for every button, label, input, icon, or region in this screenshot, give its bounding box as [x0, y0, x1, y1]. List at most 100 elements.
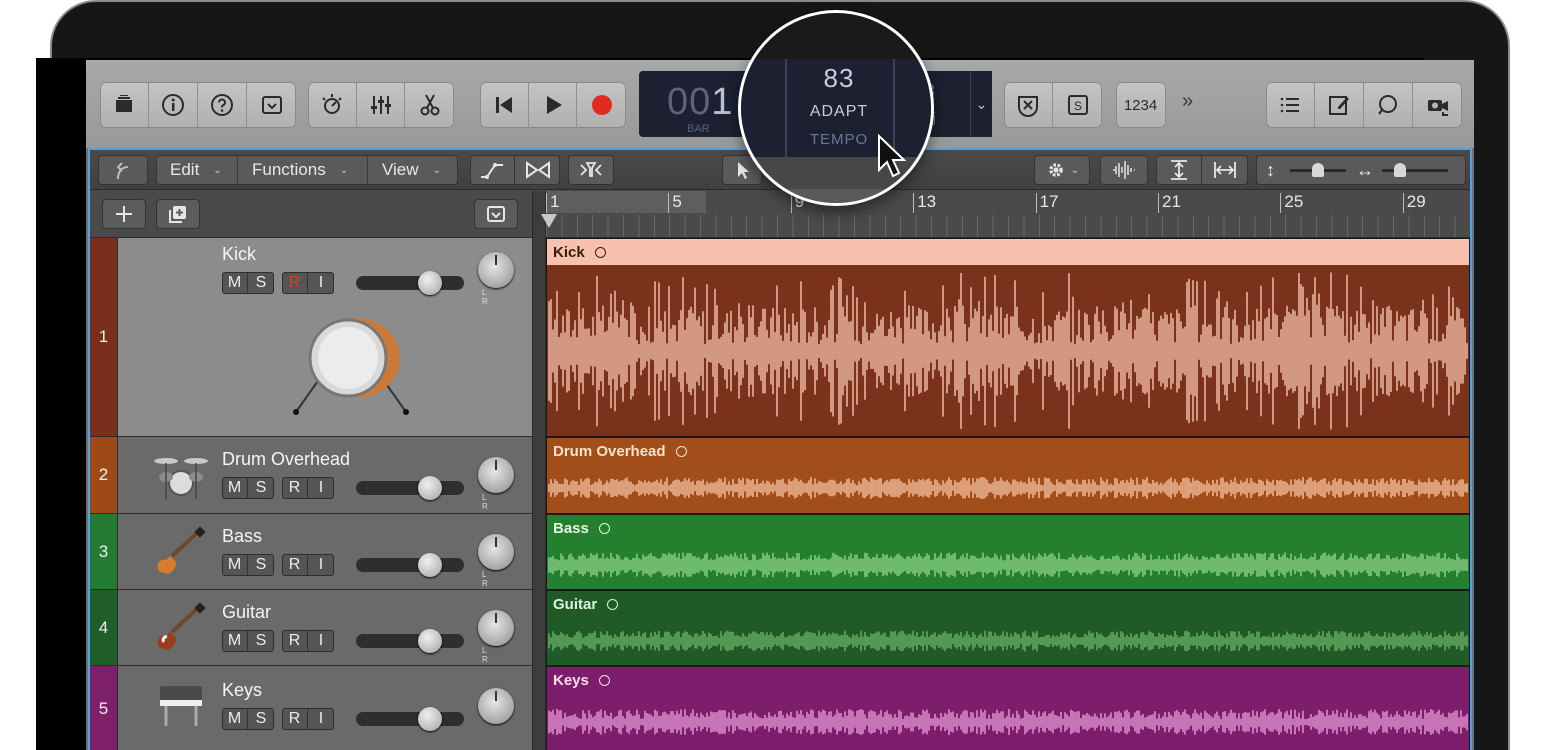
catch-button[interactable] — [568, 155, 614, 185]
ruler[interactable]: 1591317212529 — [546, 191, 1470, 238]
audio-region-drum-overhead[interactable]: Drum Overhead — [546, 437, 1470, 514]
audio-region-bass[interactable]: Bass — [546, 514, 1470, 590]
pan-knob[interactable] — [478, 534, 514, 570]
volume-slider[interactable] — [356, 553, 464, 577]
tempo-value[interactable]: 83 — [741, 63, 931, 94]
volume-thumb[interactable] — [418, 271, 442, 295]
record-enable-button[interactable]: R — [282, 708, 308, 730]
volume-slider[interactable] — [356, 476, 464, 500]
solo-button[interactable]: S — [248, 554, 274, 576]
global-tracks-button[interactable] — [474, 199, 518, 229]
pan-knob[interactable] — [478, 457, 514, 493]
input-monitor-button[interactable]: I — [308, 272, 334, 294]
settings-menu[interactable]: ⌄ — [1034, 155, 1090, 185]
vertical-zoom-thumb[interactable] — [1312, 163, 1324, 177]
pan-knob[interactable] — [478, 688, 514, 724]
input-monitor-button[interactable]: I — [308, 554, 334, 576]
pan-labels: L R — [482, 493, 502, 511]
view-buttons — [100, 82, 296, 128]
duplicate-track-button[interactable] — [156, 199, 200, 229]
play-button[interactable] — [529, 82, 578, 128]
replace-button[interactable] — [1004, 82, 1053, 128]
view-menu[interactable]: View ⌄ — [368, 155, 458, 185]
solo-button[interactable]: S — [248, 708, 274, 730]
solo-mode-button[interactable]: S — [1053, 82, 1102, 128]
track-header-5[interactable]: 5 Keys MS RI — [90, 666, 532, 750]
volume-slider[interactable] — [356, 629, 464, 653]
solo-button[interactable]: S — [248, 477, 274, 499]
volume-slider[interactable] — [356, 707, 464, 731]
horizontal-zoom-slider[interactable] — [1382, 163, 1448, 177]
mute-button[interactable]: M — [222, 477, 248, 499]
loop-browser-button[interactable] — [1364, 82, 1413, 128]
region-header — [547, 239, 1469, 265]
horizontal-fit-button[interactable] — [1202, 155, 1248, 185]
volume-thumb[interactable] — [418, 476, 442, 500]
region-title: Bass — [553, 520, 610, 537]
input-monitor-button[interactable]: I — [308, 630, 334, 652]
tempo-mode[interactable]: ADAPT — [741, 103, 931, 121]
pan-knob[interactable] — [478, 252, 514, 288]
volume-thumb[interactable] — [418, 707, 442, 731]
record-enable-button[interactable]: R — [282, 630, 308, 652]
functions-menu[interactable]: Functions ⌄ — [238, 155, 368, 185]
mute-button[interactable]: M — [222, 708, 248, 730]
add-track-button[interactable] — [102, 199, 146, 229]
smart-controls-icon — [322, 94, 342, 114]
toolbar-button[interactable] — [247, 82, 296, 128]
inspector-button[interactable] — [149, 82, 198, 128]
cycle-area[interactable] — [546, 191, 706, 213]
smart-controls-button[interactable] — [308, 82, 357, 128]
record-enable-button[interactable]: R — [282, 272, 308, 294]
note-pads-button[interactable] — [1315, 82, 1364, 128]
mute-button[interactable]: M — [222, 272, 248, 294]
waveform-zoom-button[interactable] — [1100, 155, 1148, 185]
volume-thumb[interactable] — [418, 553, 442, 577]
record-button[interactable] — [577, 82, 626, 128]
track-name: Guitar — [222, 602, 272, 622]
mute-button[interactable]: M — [222, 630, 248, 652]
track-header-3[interactable]: 3 Bass MS RI L R — [90, 514, 532, 590]
input-monitor-button[interactable]: I — [308, 708, 334, 730]
track-header-2[interactable]: 2 Drum Overhead MS RI L R — [90, 437, 532, 514]
library-button[interactable] — [100, 82, 149, 128]
flex-button[interactable] — [515, 155, 560, 185]
ruler-bar-label: 29 — [1406, 192, 1426, 211]
audio-region-kick[interactable]: Kick — [546, 238, 1470, 437]
more-icon[interactable]: » — [1182, 90, 1193, 113]
automation-button[interactable] — [470, 155, 515, 185]
global-tracks-icon — [487, 206, 505, 222]
horizontal-zoom-thumb[interactable] — [1394, 163, 1406, 177]
record-enable-button[interactable]: R — [282, 554, 308, 576]
mute-button[interactable]: M — [222, 554, 248, 576]
edit-menu[interactable]: Edit ⌄ — [156, 155, 238, 185]
list-editors-button[interactable] — [1266, 82, 1315, 128]
volume-thumb[interactable] — [418, 629, 442, 653]
record-enable-button[interactable]: R — [282, 477, 308, 499]
vertical-fit-button[interactable] — [1156, 155, 1202, 185]
audio-region-keys[interactable]: Keys — [546, 666, 1470, 750]
track-splitter[interactable] — [532, 191, 546, 750]
input-monitor-button[interactable]: I — [308, 477, 334, 499]
track-header-4[interactable]: 4 Guitar MS RI L R — [90, 590, 532, 666]
rewind-button[interactable] — [480, 82, 529, 128]
quick-help-button[interactable] — [198, 82, 247, 128]
go-to-beginning-icon — [495, 97, 512, 113]
editors-button[interactable] — [405, 82, 454, 128]
track-header-1[interactable]: 1 Kick MS RI L R — [90, 238, 532, 437]
back-button[interactable] — [98, 155, 148, 185]
solo-button[interactable]: S — [248, 272, 274, 294]
volume-slider[interactable] — [356, 271, 464, 295]
count-in-button[interactable]: 1234 — [1116, 82, 1165, 128]
browsers-button[interactable] — [1413, 82, 1462, 128]
drum-kit-icon — [154, 458, 208, 499]
playhead[interactable] — [541, 214, 557, 228]
vertical-zoom-slider[interactable] — [1290, 163, 1346, 177]
mixer-icon — [370, 96, 391, 114]
plus-icon — [116, 206, 132, 222]
lcd-menu-button[interactable]: ⌄ — [970, 71, 992, 137]
mixer-button[interactable] — [357, 82, 406, 128]
solo-button[interactable]: S — [248, 630, 274, 652]
audio-region-guitar[interactable]: Guitar — [546, 590, 1470, 666]
pan-knob[interactable] — [478, 610, 514, 646]
